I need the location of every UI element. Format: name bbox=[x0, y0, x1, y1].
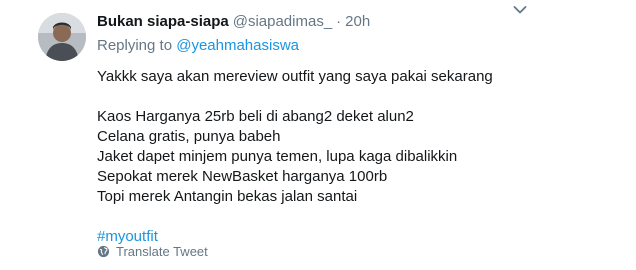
chevron-down-icon[interactable] bbox=[513, 5, 527, 15]
tweet: Bukan siapa-siapa @siapadimas_ · 20h Rep… bbox=[0, 0, 636, 270]
translate-tweet-label: Translate Tweet bbox=[116, 244, 208, 259]
replying-to-label: Replying to bbox=[97, 37, 173, 54]
tweet-line: Topi merek Antangin bekas jalan santai bbox=[97, 188, 358, 205]
translate-tweet-button[interactable]: Translate Tweet bbox=[97, 244, 208, 259]
avatar-image bbox=[38, 13, 86, 61]
display-name[interactable]: Bukan siapa-siapa bbox=[97, 12, 229, 32]
separator-dot: · bbox=[336, 13, 342, 30]
tweet-line: Sepokat merek NewBasket harganya 100rb bbox=[97, 168, 388, 185]
tweet-header: Bukan siapa-siapa @siapadimas_ · 20h bbox=[97, 12, 620, 32]
user-handle[interactable]: @siapadimas_ bbox=[233, 12, 332, 32]
tweet-line: Jaket dapet minjem punya temen, lupa kag… bbox=[97, 148, 458, 165]
reply-mention-link[interactable]: @yeahmahasiswa bbox=[176, 37, 299, 54]
tweet-text: Yakkk saya akan mereview outfit yang say… bbox=[97, 67, 620, 247]
tweet-content: Bukan siapa-siapa @siapadimas_ · 20h Rep… bbox=[97, 12, 620, 247]
tweet-line: Kaos Harganya 25rb beli di abang2 deket … bbox=[97, 108, 414, 125]
replying-to: Replying to @yeahmahasiswa bbox=[97, 36, 620, 56]
avatar[interactable] bbox=[38, 13, 86, 61]
tweet-line: Yakkk saya akan mereview outfit yang say… bbox=[97, 68, 493, 85]
globe-icon bbox=[97, 245, 110, 258]
tweet-line: Celana gratis, punya babeh bbox=[97, 128, 281, 145]
timestamp[interactable]: 20h bbox=[345, 12, 370, 32]
